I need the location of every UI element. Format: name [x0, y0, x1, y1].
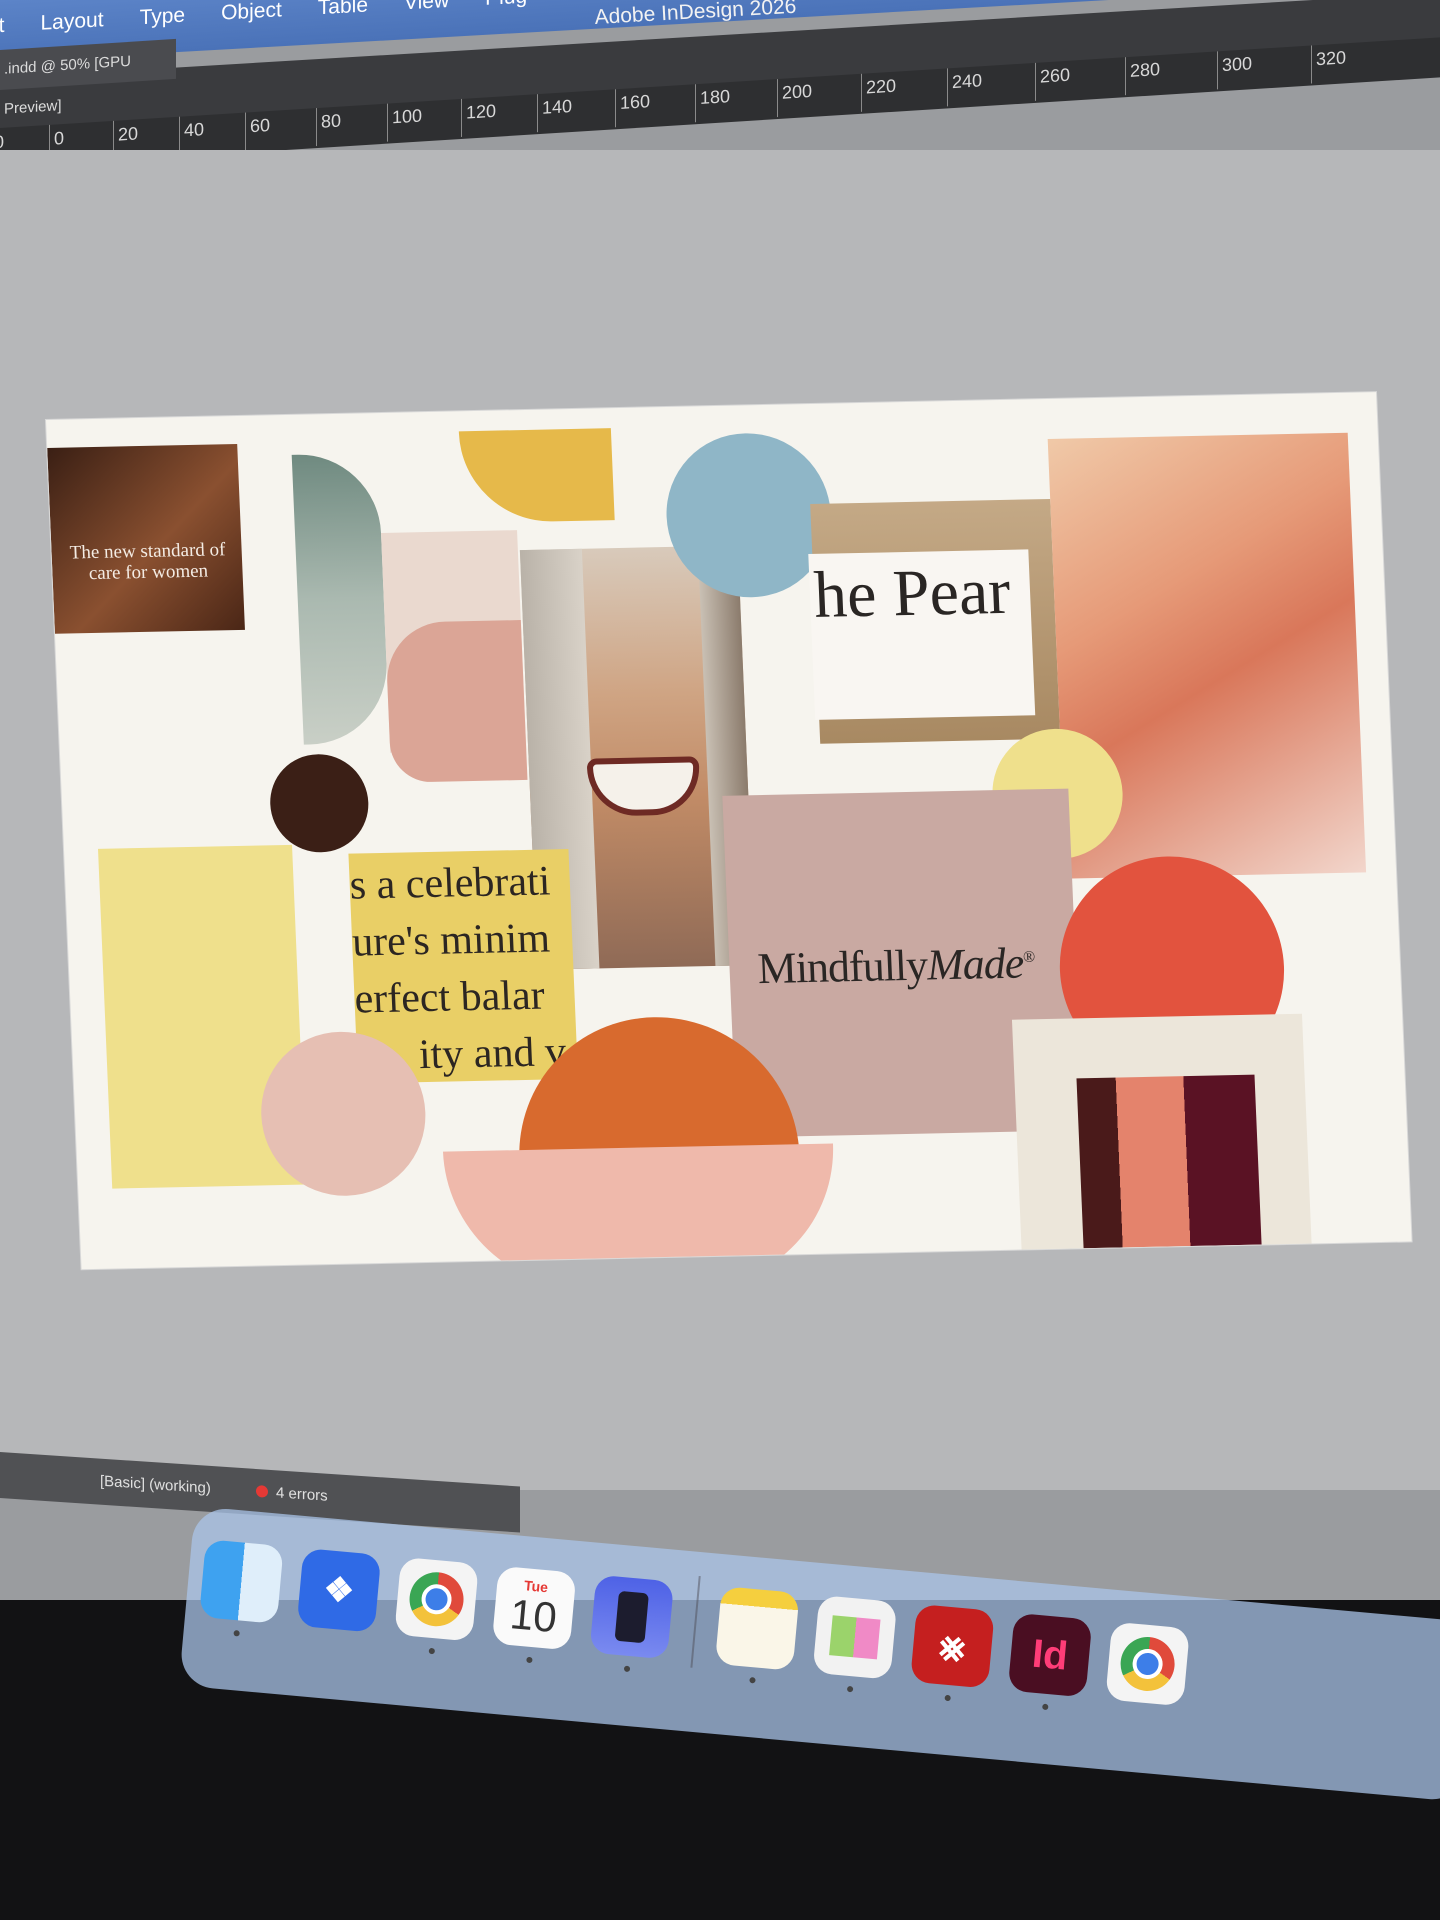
phone-glyph — [614, 1590, 649, 1644]
ruler-tick: 260 — [1040, 64, 1071, 87]
mustard-shape[interactable] — [458, 428, 615, 524]
ruler-tick: 180 — [700, 86, 731, 108]
ruler-tick: 280 — [1130, 59, 1161, 81]
screen: it Layout Type Object Table View Plug Ad… — [0, 0, 1440, 1920]
preflight-status[interactable]: 4 errors — [256, 1483, 328, 1505]
pink-semicircle[interactable] — [442, 1143, 839, 1270]
sage-shape[interactable] — [291, 453, 390, 745]
running-indicator — [526, 1656, 533, 1664]
running-indicator — [846, 1685, 854, 1693]
finder-icon[interactable] — [198, 1539, 284, 1624]
ruler-tick: 20 — [118, 123, 139, 145]
menu-items: it Layout Type Object Table View Plug — [0, 0, 527, 38]
cocoa-circle[interactable] — [268, 753, 371, 854]
skin-photo-tile[interactable]: The new standard of care for women — [47, 443, 245, 634]
ruler-tick: 200 — [782, 80, 813, 103]
document-page[interactable]: The new standard of care for women he Pe… — [46, 392, 1412, 1270]
menu-object[interactable]: Object — [221, 0, 282, 26]
running-indicator — [1042, 1703, 1049, 1711]
stickies-notes — [829, 1615, 881, 1660]
chrome-logo — [407, 1569, 466, 1629]
pink-rounded-shape[interactable] — [384, 620, 528, 783]
indesign-label: Id — [1030, 1631, 1070, 1679]
ruler-tick: 300 — [1222, 53, 1253, 76]
abstract-art-tile[interactable] — [1011, 1013, 1313, 1270]
ruler-tick: 140 — [542, 96, 573, 118]
running-indicator — [233, 1630, 240, 1637]
tile-caption: The new standard of care for women — [69, 539, 226, 584]
brand-word-mindfully: Mindfully — [756, 940, 929, 994]
ruler-tick: 220 — [866, 75, 897, 98]
dropbox-icon[interactable]: ❖ — [296, 1548, 382, 1633]
ruler-tick: 40 — [184, 119, 205, 141]
chrome-center — [420, 1582, 453, 1616]
menu-plugins[interactable]: Plug — [485, 0, 527, 11]
ruler-tick: 320 — [1316, 47, 1347, 70]
brand-wordmark: MindfullyMade® — [757, 937, 1036, 994]
pear-card[interactable]: he Pear — [808, 549, 1036, 720]
chrome-icon[interactable] — [1105, 1621, 1190, 1707]
chrome-icon[interactable] — [394, 1556, 479, 1642]
portrait-smile — [586, 756, 702, 817]
brand-word-made: Made — [926, 938, 1025, 990]
ruler-tick: 0 — [54, 127, 65, 149]
calendar-date: 10 — [508, 1590, 559, 1642]
stickies-icon[interactable] — [812, 1594, 898, 1680]
running-indicator — [428, 1647, 436, 1655]
abstract-art — [1076, 1074, 1262, 1249]
ruler-tick: 240 — [952, 70, 983, 93]
menu-type[interactable]: Type — [140, 4, 186, 31]
acrobat-icon[interactable]: ⨳ — [910, 1603, 995, 1689]
copy-line: erfect balar — [353, 972, 546, 1023]
error-dot-icon — [256, 1485, 268, 1498]
running-indicator — [623, 1665, 631, 1673]
workspace-status[interactable]: [Basic] (working) — [100, 1473, 211, 1497]
copy-line: s a celebrati — [348, 858, 552, 909]
running-indicator — [944, 1694, 951, 1702]
menu-edit[interactable]: it — [0, 14, 5, 39]
simulator-icon[interactable] — [589, 1574, 675, 1660]
dock-separator — [690, 1575, 701, 1668]
chrome-center — [1131, 1647, 1164, 1681]
ruler-tick: 80 — [321, 110, 342, 132]
menu-view[interactable]: View — [404, 0, 449, 15]
ruler-tick: 100 — [392, 105, 423, 128]
calendar-icon[interactable]: Tue 10 — [491, 1565, 577, 1651]
ruler-tick: 60 — [250, 115, 271, 137]
chrome-logo — [1118, 1634, 1177, 1694]
ruler-tick: 160 — [620, 91, 651, 113]
menu-table[interactable]: Table — [318, 0, 368, 20]
notes-icon[interactable] — [714, 1586, 800, 1671]
indesign-icon[interactable]: Id — [1007, 1612, 1093, 1698]
registered-mark: ® — [1022, 948, 1035, 966]
copy-line: ure's minim — [351, 915, 551, 966]
menu-layout[interactable]: Layout — [41, 8, 104, 36]
ruler-tick: 120 — [466, 100, 497, 123]
pear-headline: he Pear — [812, 554, 1012, 632]
running-indicator — [749, 1676, 756, 1684]
error-count: 4 errors — [276, 1484, 328, 1505]
app-title: Adobe InDesign 2026 — [594, 0, 797, 29]
